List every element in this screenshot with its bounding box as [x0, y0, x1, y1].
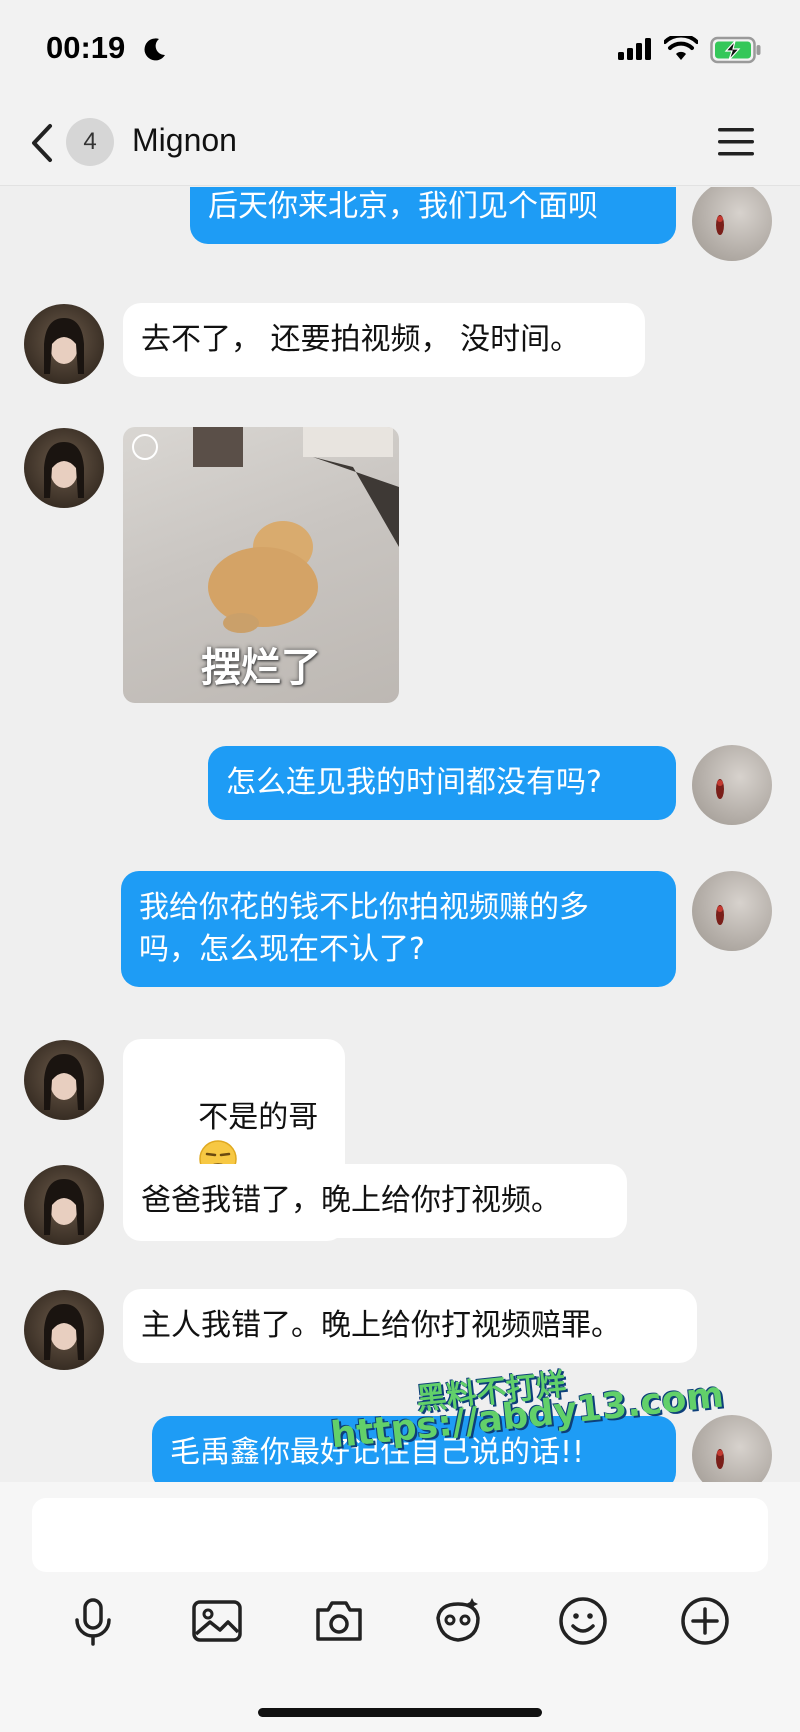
- battery-charging-icon: [710, 36, 761, 64]
- back-chevron-icon[interactable]: [26, 120, 56, 166]
- status-time: 00:19: [46, 30, 126, 65]
- message-bubble-outgoing[interactable]: 后天你来北京，我们见个面呗: [190, 187, 676, 244]
- contact-avatar[interactable]: [24, 1165, 104, 1245]
- input-area: [0, 1482, 800, 1732]
- contact-avatar[interactable]: [24, 428, 104, 508]
- my-avatar[interactable]: [692, 187, 772, 261]
- menu-icon[interactable]: [716, 124, 756, 160]
- avatar-face-icon: [44, 1304, 84, 1360]
- microphone-icon[interactable]: [66, 1594, 120, 1648]
- my-avatar[interactable]: [692, 871, 772, 951]
- chat-header: 4 Mignon: [0, 100, 800, 186]
- message-list[interactable]: 后天你来北京，我们见个面呗 去不了， 还要拍视频， 没时间。 摆烂了 怎么连见我…: [0, 187, 800, 1482]
- contact-avatar[interactable]: [24, 1290, 104, 1370]
- my-avatar[interactable]: [692, 745, 772, 825]
- signal-icon: [618, 38, 651, 60]
- contact-avatar[interactable]: [24, 304, 104, 384]
- message-bubble-incoming[interactable]: 去不了， 还要拍视频， 没时间。: [123, 303, 645, 377]
- avatar-face-icon: [44, 1179, 84, 1235]
- message-bubble-incoming[interactable]: 爸爸我错了，晚上给你打视频。: [123, 1164, 627, 1238]
- avatar-figure-icon: [716, 215, 724, 235]
- unread-count-badge[interactable]: 4: [66, 118, 114, 166]
- emoji-icon[interactable]: [556, 1594, 610, 1648]
- avatar-figure-icon: [716, 779, 724, 799]
- image-icon[interactable]: [190, 1594, 244, 1648]
- avatar-figure-icon: [716, 905, 724, 925]
- status-bar: 00:19: [0, 0, 800, 100]
- avatar-face-icon: [44, 1054, 84, 1110]
- avatar-face-icon: [44, 442, 84, 498]
- contact-name[interactable]: Mignon: [132, 122, 237, 159]
- sticker-caption: 摆烂了: [201, 645, 321, 691]
- wifi-icon: [664, 36, 698, 60]
- message-text: 不是的哥: [198, 1100, 319, 1135]
- sticker-image[interactable]: 摆烂了: [123, 427, 399, 703]
- message-bubble-outgoing[interactable]: 怎么连见我的时间都没有吗?: [208, 746, 676, 820]
- avatar-face-icon: [44, 318, 84, 374]
- chat-screen: 00:19 4 Mignon 后天你来北京，我们见个面呗 去不了， 还要拍视频，…: [0, 0, 800, 1732]
- camera-icon[interactable]: [312, 1594, 366, 1648]
- plus-icon[interactable]: [678, 1594, 732, 1648]
- message-bubble-incoming[interactable]: 主人我错了。晚上给你打视频赔罪。: [123, 1289, 697, 1363]
- moon-icon: [144, 38, 165, 61]
- home-indicator[interactable]: [258, 1708, 542, 1717]
- sticker-icon[interactable]: [432, 1594, 486, 1648]
- contact-avatar[interactable]: [24, 1040, 104, 1120]
- message-bubble-outgoing[interactable]: 我给你花的钱不比你拍视频赚的多 吗，怎么现在不认了?: [121, 871, 676, 987]
- my-avatar[interactable]: [692, 1415, 772, 1482]
- avatar-figure-icon: [716, 1449, 724, 1469]
- message-input[interactable]: [32, 1498, 768, 1572]
